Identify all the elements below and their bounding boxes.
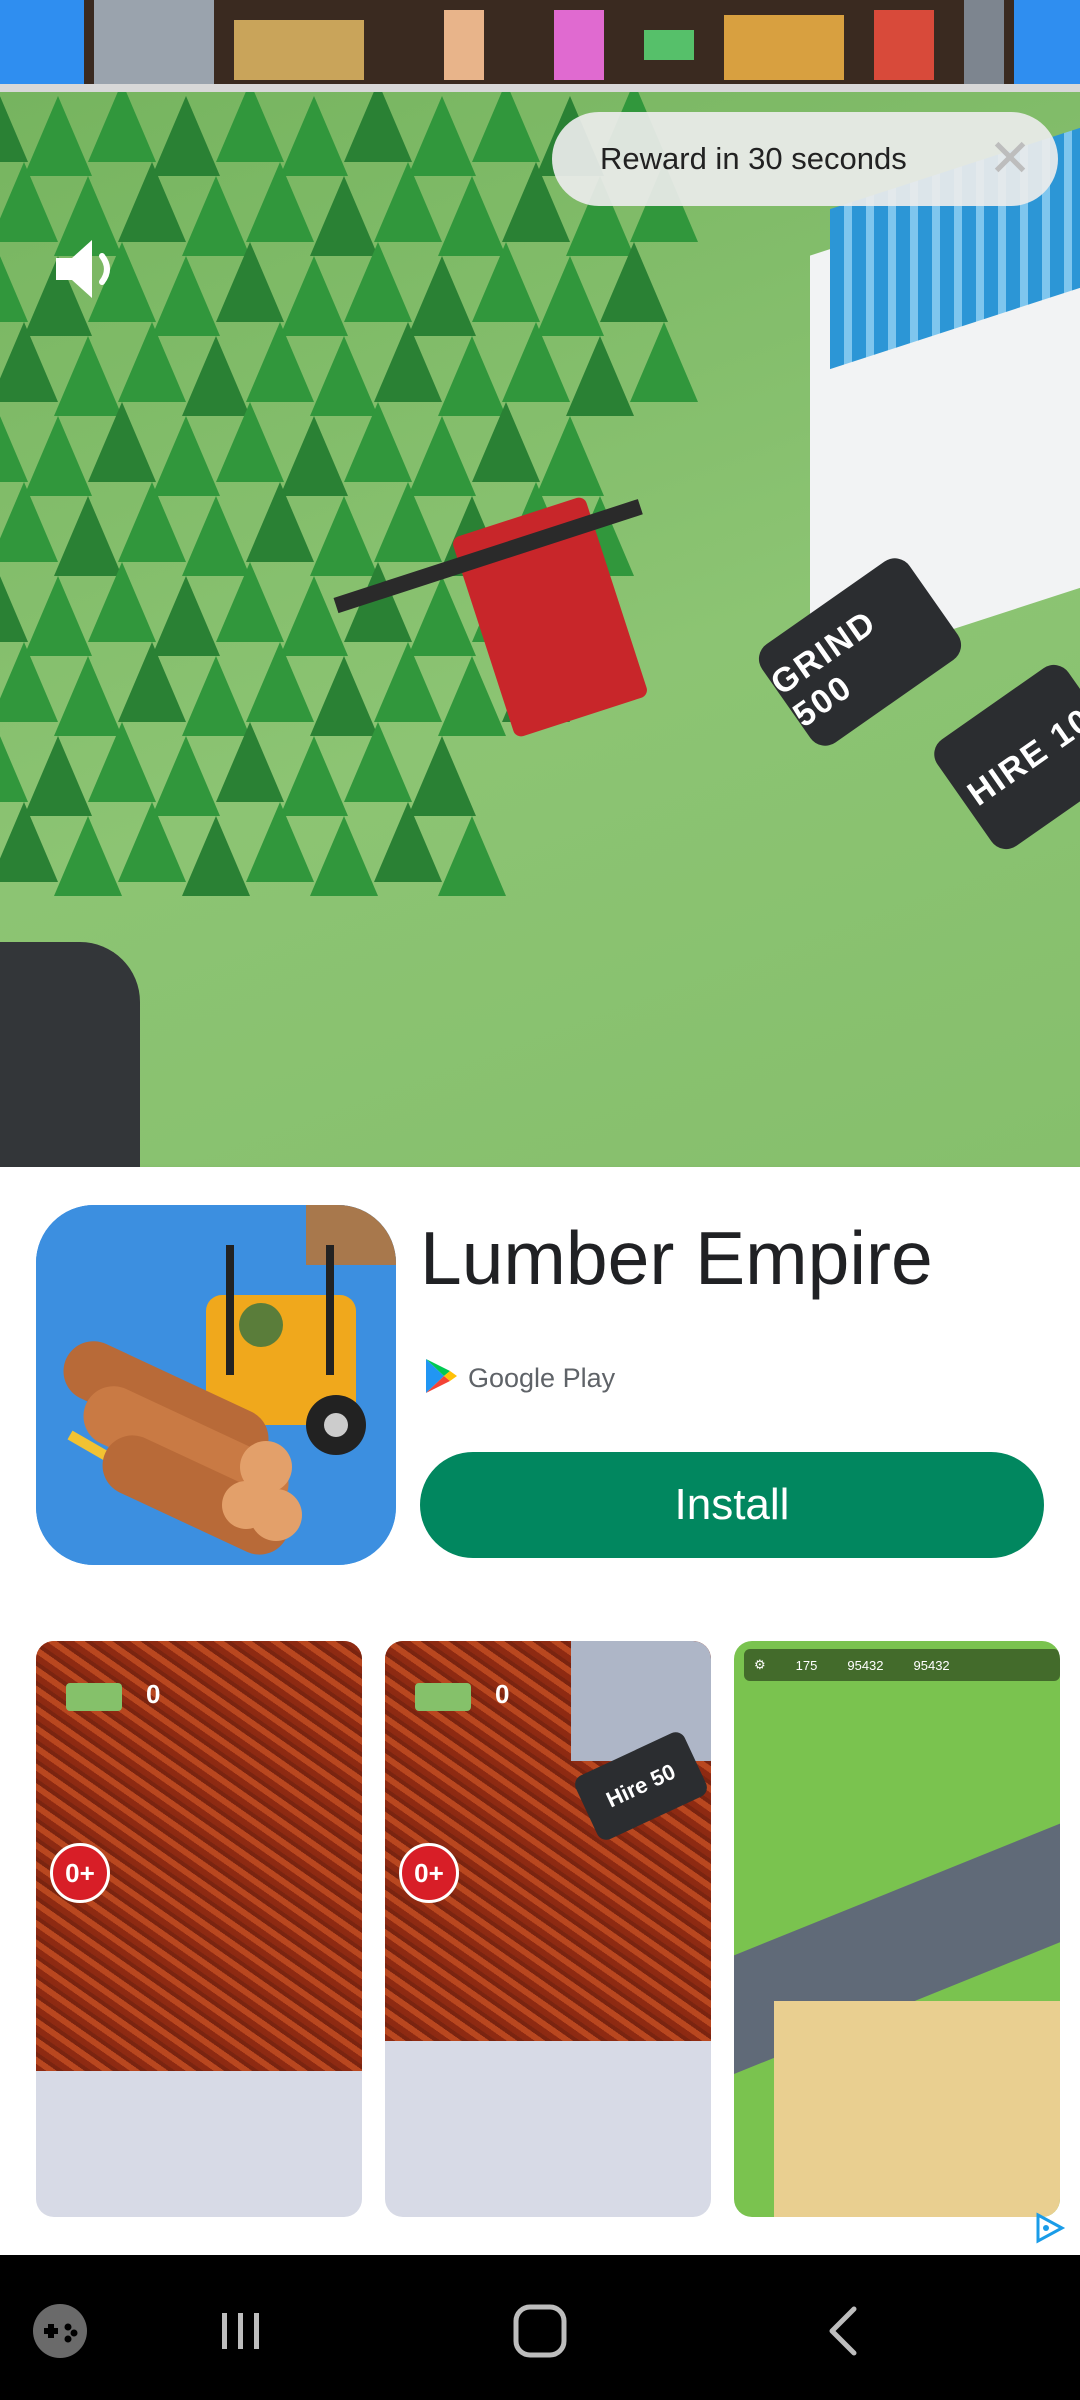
tree-icon (246, 642, 314, 722)
tree-icon (88, 722, 156, 802)
tree-icon (118, 322, 186, 402)
tree-icon (472, 92, 540, 162)
cash-icon (66, 1683, 122, 1711)
tree-icon (0, 162, 58, 242)
hud-gems: 95432 (913, 1657, 950, 1673)
back-icon[interactable] (804, 2291, 884, 2371)
tree-icon (216, 402, 284, 482)
tree-icon (216, 722, 284, 802)
tree-icon (216, 562, 284, 642)
tree-icon (118, 162, 186, 242)
tree-icon (502, 322, 570, 402)
pixel-game-scene (84, 0, 1014, 86)
tree-icon (374, 482, 442, 562)
tree-icon (374, 642, 442, 722)
install-button[interactable]: Install (420, 1452, 1044, 1558)
google-play-label: Google Play (424, 1357, 615, 1400)
cash-icon (415, 1683, 471, 1711)
tree-icon (344, 242, 412, 322)
tree-icon (246, 802, 314, 882)
tree-icon (374, 322, 442, 402)
tree-icon (118, 482, 186, 562)
adchoices-icon[interactable] (1032, 2211, 1066, 2245)
tree-icon (118, 642, 186, 722)
tree-icon (216, 92, 284, 162)
screenshot-2[interactable]: Hire 50 0 0+ (385, 1641, 711, 2217)
road (0, 942, 140, 1167)
tree-icon (374, 162, 442, 242)
age-badge: 0+ (399, 1843, 459, 1903)
screenshots-carousel[interactable]: 0 0+ Hire 50 0 0+ ⚙ 175 95432 95432 (0, 1601, 1080, 2255)
tree-icon (600, 242, 668, 322)
reward-countdown: Reward in 30 seconds ✕ (552, 112, 1058, 206)
tree-icon (472, 242, 540, 322)
tree-icon (438, 816, 506, 896)
tree-icon (246, 482, 314, 562)
age-badge: 0+ (50, 1843, 110, 1903)
app-card: Lumber Empire Google Play Install (0, 1167, 1080, 1601)
tree-icon (246, 322, 314, 402)
tree-icon (246, 162, 314, 242)
tree-icon (0, 802, 58, 882)
game-launcher-icon[interactable] (20, 2291, 100, 2371)
cash-value: 0 (495, 1679, 510, 1709)
tree-icon (0, 642, 58, 722)
game-hud: ⚙ 175 95432 95432 (744, 1649, 1060, 1681)
tree-icon (216, 242, 284, 322)
top-game-banner (0, 0, 1080, 92)
tree-icon (0, 482, 58, 562)
tree-icon (344, 92, 412, 162)
hud-cash: 95432 (847, 1657, 884, 1673)
tree-icon (88, 402, 156, 482)
store-label: Google Play (468, 1363, 616, 1393)
tree-icon (566, 336, 634, 416)
close-icon[interactable]: ✕ (980, 129, 1040, 189)
recent-apps-icon[interactable] (200, 2291, 280, 2371)
tree-icon (374, 802, 442, 882)
tree-icon (182, 816, 250, 896)
tree-icon (630, 322, 698, 402)
tree-icon (310, 816, 378, 896)
app-title: Lumber Empire (420, 1216, 933, 1300)
app-icon[interactable] (36, 1205, 396, 1565)
google-play-icon (424, 1357, 458, 1400)
tree-icon (344, 722, 412, 802)
hud-coins: 175 (795, 1657, 818, 1673)
cash-value: 0 (146, 1679, 161, 1709)
ad-video[interactable]: GRIND 500 HIRE 10 Reward in 30 seconds ✕ (0, 92, 1080, 1167)
tree-icon (472, 402, 540, 482)
forest (0, 92, 720, 982)
home-icon[interactable] (500, 2291, 580, 2371)
tree-icon (118, 802, 186, 882)
screenshot-1[interactable]: 0 0+ (36, 1641, 362, 2217)
tree-icon (54, 816, 122, 896)
tree-icon (88, 92, 156, 162)
tree-icon (88, 562, 156, 642)
speaker-icon[interactable] (52, 234, 132, 304)
tree-icon (344, 402, 412, 482)
tree-icon (0, 322, 58, 402)
gear-icon: ⚙ (754, 1657, 766, 1672)
reward-text: Reward in 30 seconds (600, 141, 907, 176)
screenshot-3[interactable]: ⚙ 175 95432 95432 (734, 1641, 1060, 2217)
system-navbar (0, 2255, 1080, 2400)
